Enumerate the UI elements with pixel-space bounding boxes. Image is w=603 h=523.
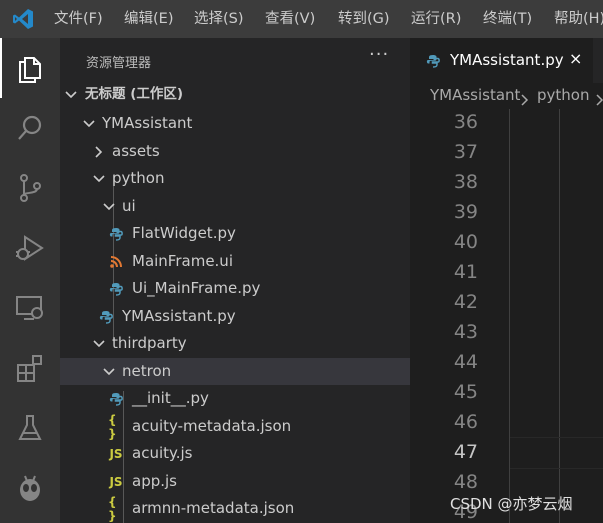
chevron-down-icon (102, 193, 116, 220)
explorer-sidebar: 资源管理器 ··· 无标题 (工作区) YMAssistant assets p… (60, 38, 410, 523)
line-number: 46 (453, 411, 478, 433)
tree-label: Ui_MainFrame.py (132, 279, 261, 297)
menu-selection[interactable]: 选择(S) (194, 0, 244, 38)
tree-label: YMAssistant (102, 114, 193, 132)
chevron-down-icon (92, 165, 106, 192)
current-line-highlight (510, 437, 603, 469)
tree-folder-ui[interactable]: ui (60, 193, 410, 220)
tree-label: 无标题 (工作区) (85, 86, 184, 102)
breadcrumb: YMAssistant python (410, 83, 603, 109)
tree-file-app-js[interactable]: JS app.js (60, 468, 410, 495)
menu-run[interactable]: 运行(R) (411, 0, 461, 38)
breadcrumb-item-ymassistant[interactable]: YMAssistant (430, 86, 520, 104)
csdn-watermark: CSDN @亦梦云烟 (450, 495, 573, 513)
alien-extension-icon[interactable] (0, 458, 60, 518)
line-number: 37 (453, 141, 478, 163)
line-number: 41 (453, 261, 478, 283)
chevron-down-icon (92, 330, 106, 357)
tree-file-acuity-metadata[interactable]: { } acuity-metadata.json (60, 412, 410, 441)
chevron-down-icon (82, 110, 96, 137)
tab-ymassistant-py[interactable]: YMAssistant.py × (410, 38, 593, 83)
search-icon[interactable] (0, 98, 60, 158)
run-debug-icon[interactable] (0, 218, 60, 278)
line-number: 44 (453, 351, 478, 373)
tree-file-ui-mainframe[interactable]: Ui_MainFrame.py (60, 275, 410, 302)
breadcrumb-item-python[interactable]: python (537, 86, 589, 104)
tree-label: acuity-metadata.json (132, 417, 292, 435)
activity-bar (0, 38, 60, 523)
editor-tab-bar: YMAssistant.py × (410, 38, 603, 83)
rss-file-icon (108, 248, 124, 275)
line-number: 43 (453, 321, 478, 343)
tree-file-mainframe-ui[interactable]: MainFrame.ui (60, 248, 410, 275)
line-number-current: 47 (453, 441, 478, 463)
chevron-down-icon (64, 81, 78, 108)
menu-go[interactable]: 转到(G) (338, 0, 390, 38)
tree-label: YMAssistant.py (122, 307, 236, 325)
chevron-down-icon (102, 358, 116, 385)
tree-folder-python[interactable]: python (60, 165, 410, 192)
line-number: 42 (453, 291, 478, 313)
tab-label: YMAssistant.py (450, 51, 564, 69)
tree-file-armnn-metadata[interactable]: { } armnn-metadata.json (60, 494, 410, 523)
menu-help[interactable]: 帮助(H) (554, 0, 603, 38)
chevron-right-icon (92, 138, 106, 165)
json-file-icon: { } (108, 494, 117, 523)
vscode-logo-icon (12, 8, 34, 30)
line-number: 36 (453, 111, 478, 133)
source-control-icon[interactable] (0, 158, 60, 218)
menu-view[interactable]: 查看(V) (265, 0, 315, 38)
tree-label: app.js (132, 472, 177, 490)
tree-label: armnn-metadata.json (132, 499, 295, 517)
tree-folder-ymassistant[interactable]: YMAssistant (60, 110, 410, 137)
tree-label: ui (122, 197, 136, 215)
tree-file-acuity-js[interactable]: JS acuity.js (60, 440, 410, 467)
explorer-title: 资源管理器 (86, 56, 152, 71)
line-number: 45 (453, 381, 478, 403)
code-editor[interactable]: 36 37 38 39 40 41 42 43 44 45 46 47 48 4… (410, 109, 603, 523)
tree-workspace-root[interactable]: 无标题 (工作区) (60, 81, 410, 108)
line-number: 39 (453, 201, 478, 223)
tree-label: __init__.py (132, 389, 209, 407)
tree-file-ymassistant-py[interactable]: YMAssistant.py (60, 303, 410, 330)
menu-terminal[interactable]: 终端(T) (483, 0, 532, 38)
tree-label: thirdparty (112, 334, 187, 352)
extensions-icon[interactable] (0, 338, 60, 398)
tree-label: acuity.js (132, 444, 193, 462)
tree-label: netron (122, 362, 172, 380)
chevron-right-icon (596, 91, 603, 110)
python-file-icon (108, 385, 124, 412)
menu-edit[interactable]: 编辑(E) (124, 0, 173, 38)
remote-explorer-icon[interactable] (0, 278, 60, 338)
line-number: 38 (453, 171, 478, 193)
json-file-icon: { } (108, 412, 117, 441)
explorer-icon[interactable] (0, 38, 60, 98)
python-file-icon (426, 53, 440, 72)
python-file-icon (98, 303, 114, 330)
line-number: 48 (453, 471, 478, 493)
python-file-icon (108, 220, 124, 247)
testing-flask-icon[interactable] (0, 398, 60, 458)
tree-file-init-py[interactable]: __init__.py (60, 385, 410, 412)
js-file-icon: JS (109, 474, 123, 489)
tree-folder-thirdparty[interactable]: thirdparty (60, 330, 410, 357)
close-tab-icon[interactable]: × (569, 49, 582, 68)
tree-label: python (112, 169, 165, 187)
tree-folder-netron[interactable]: netron (60, 358, 410, 385)
python-file-icon (108, 275, 124, 302)
js-file-icon: JS (109, 446, 123, 461)
tree-folder-assets[interactable]: assets (60, 138, 410, 165)
tree-file-flatwidget[interactable]: FlatWidget.py (60, 220, 410, 247)
tree-label: MainFrame.ui (132, 252, 233, 270)
more-actions-button[interactable]: ··· (369, 44, 389, 65)
chevron-right-icon (521, 91, 529, 110)
menu-bar: 文件(F) 编辑(E) 选择(S) 查看(V) 转到(G) 运行(R) 终端(T… (0, 0, 603, 38)
line-number: 40 (453, 231, 478, 253)
tree-label: assets (112, 142, 160, 160)
menu-file[interactable]: 文件(F) (54, 0, 103, 38)
tree-label: FlatWidget.py (132, 224, 236, 242)
